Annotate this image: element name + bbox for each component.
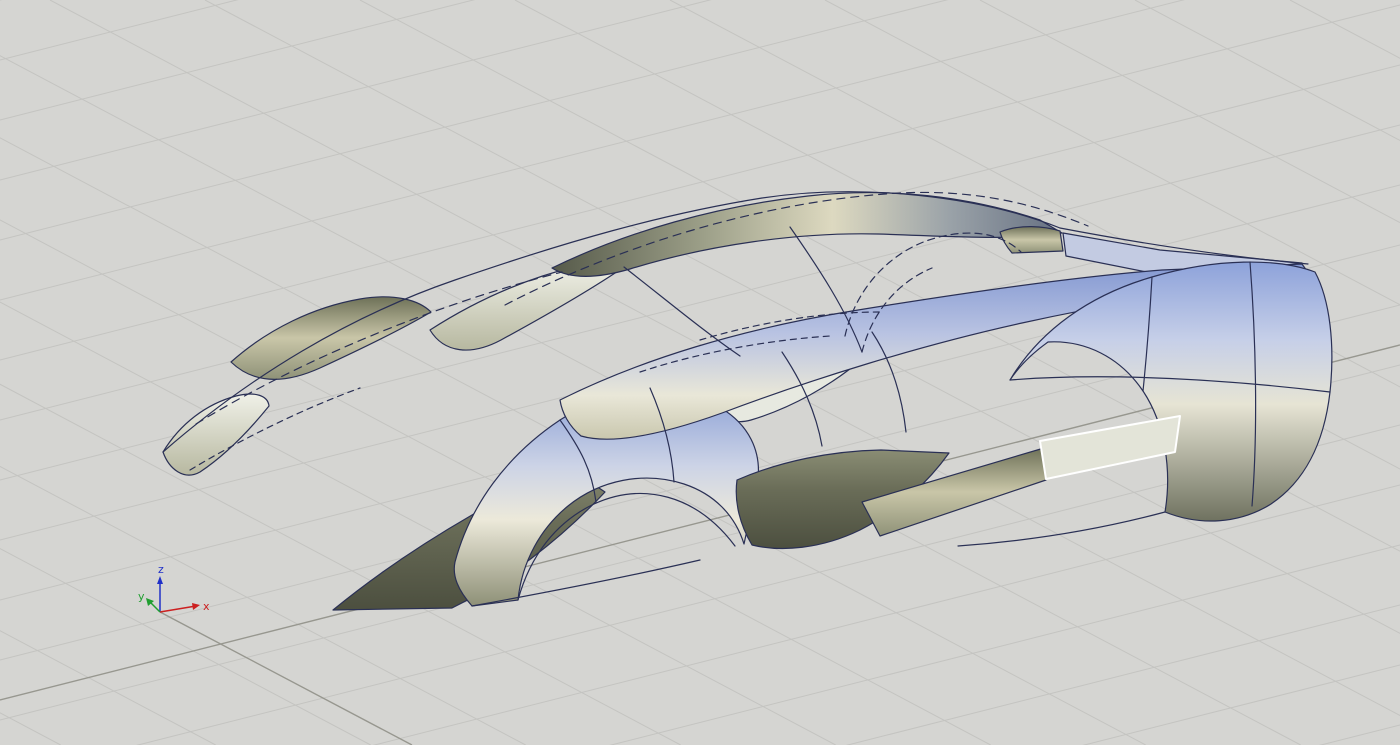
sill-highlight-panel[interactable] bbox=[1040, 416, 1180, 479]
viewport-canvas[interactable]: z y x bbox=[0, 0, 1400, 745]
x-axis-arrow bbox=[160, 606, 196, 612]
far-rear-panel[interactable] bbox=[1000, 227, 1063, 253]
y-axis-label: y bbox=[138, 590, 145, 603]
z-axis-arrowhead bbox=[157, 576, 163, 584]
x-axis-arrowhead bbox=[192, 603, 200, 610]
far-fender-panel[interactable] bbox=[231, 297, 431, 379]
far-nose-panel[interactable] bbox=[163, 394, 269, 475]
cad-viewport[interactable]: z y x bbox=[0, 0, 1400, 745]
axis-gizmo: z y x bbox=[138, 563, 210, 613]
z-axis-label: z bbox=[158, 563, 164, 576]
x-axis-label: x bbox=[203, 600, 210, 613]
car-model bbox=[163, 192, 1332, 610]
